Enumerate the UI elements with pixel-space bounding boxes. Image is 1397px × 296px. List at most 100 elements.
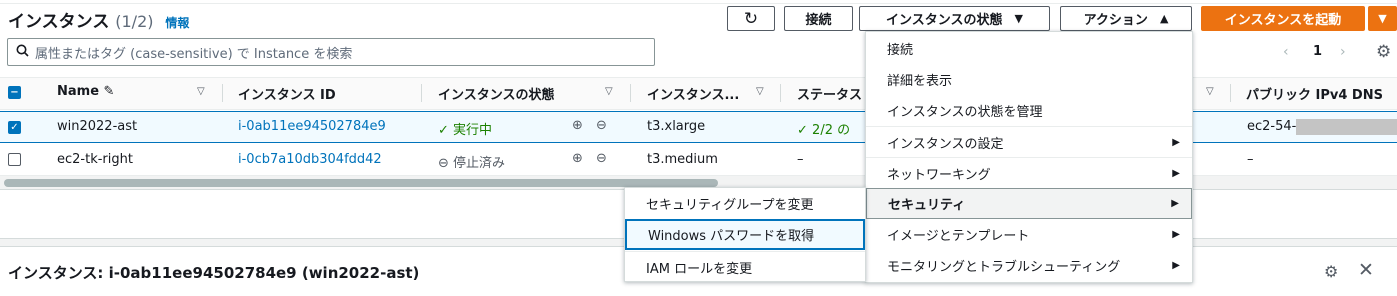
- row-checkbox[interactable]: [8, 153, 21, 166]
- instance-state-label: インスタンスの状態: [886, 13, 1003, 28]
- submenu-item-modify-iam-role[interactable]: IAM ロールを変更: [625, 251, 865, 282]
- submenu-item-label: Windows パスワードを取得: [648, 229, 815, 244]
- zoom-out-icon[interactable]: ⊖: [596, 118, 607, 133]
- top-border: [0, 0, 1397, 4]
- launch-instance-button[interactable]: インスタンスを起動: [1201, 6, 1365, 31]
- launch-options-button[interactable]: ▼: [1368, 6, 1397, 31]
- caret-right-icon: ▶: [1172, 136, 1180, 148]
- search-placeholder: 属性またはタグ (case-sensitive) で Instance を検索: [35, 46, 353, 62]
- previous-page-icon[interactable]: ‹: [1283, 44, 1289, 60]
- scrollbar-thumb[interactable]: [4, 179, 718, 187]
- instance-type: t3.xlarge: [647, 119, 706, 134]
- instance-id-link[interactable]: i-0ab11ee94502784e9: [238, 119, 386, 134]
- zoom-in-icon[interactable]: ⊕: [572, 118, 583, 133]
- zoom-in-icon[interactable]: ⊕: [572, 151, 583, 166]
- page-title-text: インスタンス: [8, 12, 110, 32]
- caret-up-icon: ▲: [1159, 12, 1169, 25]
- actions-button[interactable]: アクション ▲: [1060, 6, 1192, 31]
- column-header-name[interactable]: Name ✎: [57, 84, 114, 99]
- minus-circle-icon: ⊖: [438, 156, 449, 171]
- caret-down-icon: ▼: [1378, 12, 1387, 25]
- column-divider[interactable]: [421, 84, 422, 102]
- launch-instance-label: インスタンスを起動: [1224, 13, 1342, 28]
- filter-icon[interactable]: ▽: [1206, 86, 1214, 97]
- instance-id-link[interactable]: i-0cb7a10db304fdd42: [238, 152, 382, 167]
- public-dns: ec2-54-: [1247, 119, 1297, 134]
- caret-right-icon: ▶: [1172, 260, 1180, 271]
- menu-item-label: セキュリティ: [888, 198, 966, 213]
- menu-item-label: 詳細を表示: [887, 74, 953, 89]
- public-dns: –: [1247, 152, 1254, 167]
- menu-item-networking[interactable]: ネットワーキング ▶: [866, 157, 1192, 188]
- close-icon[interactable]: ✕: [1358, 259, 1374, 281]
- connect-button-label: 接続: [805, 13, 832, 28]
- instance-type: t3.medium: [647, 152, 718, 167]
- column-header-status[interactable]: ステータス: [797, 84, 862, 103]
- redacted-block: [1296, 119, 1397, 135]
- zoom-out-icon[interactable]: ⊖: [596, 151, 607, 166]
- connect-button[interactable]: 接続: [784, 6, 853, 31]
- actions-label: アクション: [1083, 13, 1148, 28]
- submenu-item-label: IAM ロールを変更: [646, 261, 753, 277]
- refresh-button[interactable]: ↻: [727, 6, 775, 31]
- submenu-item-get-windows-password[interactable]: Windows パスワードを取得: [625, 219, 865, 250]
- gear-icon[interactable]: ⚙: [1376, 42, 1391, 62]
- filter-icon[interactable]: ▽: [756, 86, 764, 97]
- caret-down-icon: ▼: [1014, 12, 1023, 25]
- search-icon: [16, 44, 29, 61]
- next-page-icon[interactable]: ›: [1340, 44, 1346, 60]
- column-header-public-dns[interactable]: パブリック IPv4 DNS: [1246, 84, 1383, 103]
- actions-menu: 接続 詳細を表示 インスタンスの状態を管理 インスタンスの設定 ▶ ネットワーキン…: [865, 31, 1193, 283]
- select-all-checkbox[interactable]: −: [8, 86, 21, 99]
- instance-name: win2022-ast: [57, 119, 138, 134]
- status-label: 2/2 の: [812, 123, 851, 138]
- column-header-instance-id[interactable]: インスタンス ID: [238, 84, 336, 103]
- security-submenu: セキュリティグループを変更 Windows パスワードを取得 IAM ロールを変…: [624, 187, 866, 282]
- instance-name: ec2-tk-right: [57, 152, 133, 167]
- row-checkbox[interactable]: ✓: [8, 121, 21, 134]
- menu-item-label: インスタンスの状態を管理: [887, 105, 1043, 120]
- instance-state-button[interactable]: インスタンスの状態 ▼: [859, 6, 1050, 31]
- column-divider[interactable]: [780, 84, 781, 102]
- state-running: ✓ 実行中: [438, 119, 492, 138]
- column-name-label: Name: [57, 84, 100, 99]
- submenu-item-label: セキュリティグループを変更: [646, 198, 814, 213]
- current-page-number[interactable]: 1: [1313, 44, 1322, 59]
- refresh-icon: ↻: [743, 8, 759, 29]
- state-label: 停止済み: [453, 156, 506, 171]
- menu-item-instance-settings[interactable]: インスタンスの設定 ▶: [866, 126, 1192, 157]
- column-header-instance-state[interactable]: インスタンスの状態: [438, 84, 554, 103]
- status-check: ✓ 2/2 の: [797, 119, 850, 138]
- column-divider[interactable]: [222, 84, 223, 102]
- caret-right-icon: ▶: [1172, 229, 1180, 240]
- info-link[interactable]: 情報: [165, 16, 189, 30]
- state-stopped: ⊖ 停止済み: [438, 152, 505, 171]
- menu-item-security[interactable]: セキュリティ ▶: [866, 188, 1192, 219]
- pencil-icon: ✎: [103, 84, 115, 99]
- menu-item-connect[interactable]: 接続: [866, 33, 1192, 64]
- column-header-instance-type[interactable]: インスタンス...: [647, 84, 739, 103]
- filter-icon[interactable]: ▽: [605, 86, 613, 97]
- search-input[interactable]: 属性またはタグ (case-sensitive) で Instance を検索: [7, 38, 655, 66]
- page-title: インスタンス (1/2) 情報: [8, 7, 189, 32]
- caret-right-icon: ▶: [1172, 167, 1180, 179]
- menu-item-view-details[interactable]: 詳細を表示: [866, 64, 1192, 95]
- column-divider[interactable]: [1230, 84, 1231, 102]
- menu-item-label: ネットワーキング: [887, 167, 991, 183]
- check-circle-icon: ✓: [438, 123, 449, 138]
- menu-item-images-templates[interactable]: イメージとテンプレート ▶: [866, 219, 1192, 250]
- details-title: インスタンス: i-0ab11ee94502784e9 (win2022-ast…: [8, 264, 420, 282]
- status-label: –: [797, 152, 804, 167]
- filter-icon[interactable]: ▽: [197, 86, 205, 97]
- submenu-item-change-security-groups[interactable]: セキュリティグループを変更: [625, 188, 865, 219]
- menu-item-manage-state[interactable]: インスタンスの状態を管理: [866, 95, 1192, 126]
- column-divider[interactable]: [630, 84, 631, 102]
- menu-item-label: モニタリングとトラブルシューティング: [887, 260, 1121, 275]
- menu-item-monitoring[interactable]: モニタリングとトラブルシューティング ▶: [866, 250, 1192, 281]
- caret-right-icon: ▶: [1171, 198, 1179, 209]
- gear-icon[interactable]: ⚙: [1324, 262, 1338, 281]
- selection-count: (1/2): [115, 12, 154, 31]
- menu-item-label: 接続: [887, 43, 914, 58]
- state-label: 実行中: [453, 123, 493, 138]
- check-circle-icon: ✓: [797, 123, 808, 138]
